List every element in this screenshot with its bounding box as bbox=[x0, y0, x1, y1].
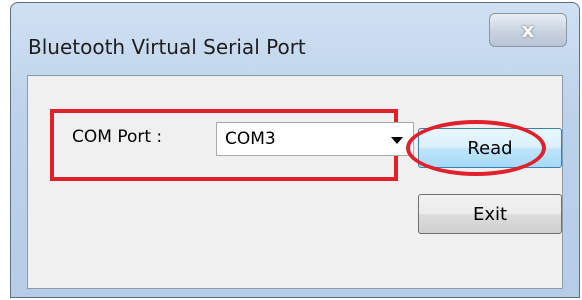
dialog-window: Bluetooth Virtual Serial Port x COM Port… bbox=[10, 2, 580, 298]
read-button-label: Read bbox=[467, 137, 513, 159]
exit-button[interactable]: Exit bbox=[418, 194, 562, 234]
title-bar[interactable]: Bluetooth Virtual Serial Port x bbox=[11, 3, 579, 79]
com-port-label: COM Port : bbox=[72, 127, 163, 147]
close-button[interactable]: x bbox=[489, 13, 567, 47]
chevron-down-icon[interactable] bbox=[391, 137, 403, 144]
com-port-select-value: COM3 bbox=[225, 129, 276, 149]
exit-button-label: Exit bbox=[472, 203, 508, 225]
read-button[interactable]: Read bbox=[418, 128, 562, 168]
client-area: COM Port : COM3 Read Exit bbox=[27, 75, 563, 289]
close-icon: x bbox=[521, 18, 535, 42]
com-port-select[interactable]: COM3 bbox=[216, 122, 414, 156]
window-title: Bluetooth Virtual Serial Port bbox=[28, 35, 306, 59]
